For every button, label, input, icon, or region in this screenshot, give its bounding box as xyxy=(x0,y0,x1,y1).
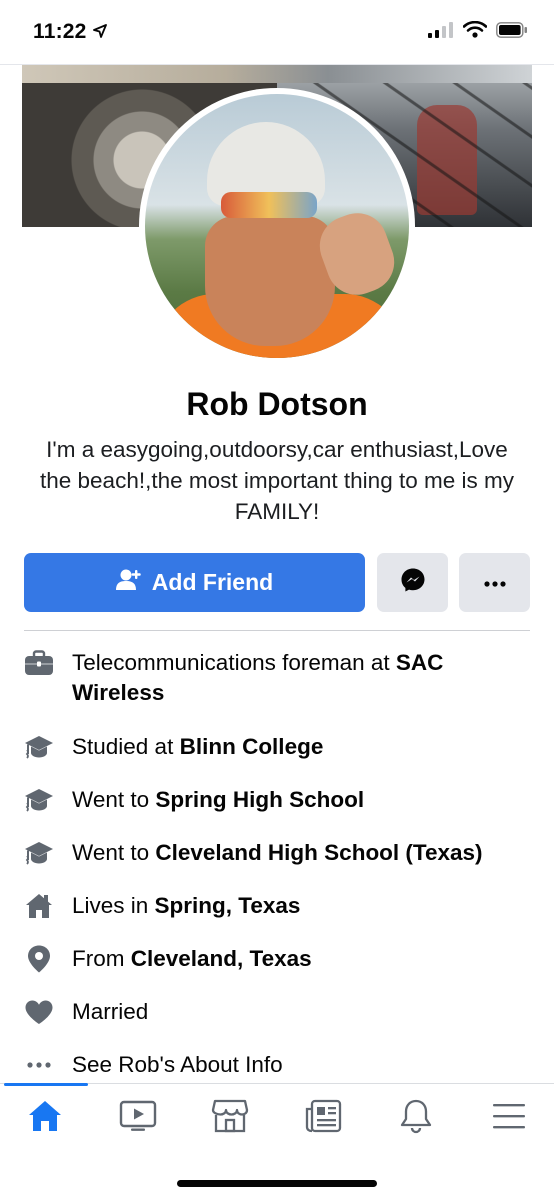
battery-icon xyxy=(496,21,528,43)
about-prefix: Studied at xyxy=(72,734,180,759)
tab-home[interactable] xyxy=(20,1098,70,1138)
wifi-icon xyxy=(462,20,488,43)
profile-bandana xyxy=(205,216,335,346)
about-item-highschool-2[interactable]: Went to Cleveland High School (Texas) xyxy=(22,838,534,868)
add-friend-icon xyxy=(115,568,142,598)
about-prefix: Went to xyxy=(72,787,156,812)
status-icons xyxy=(428,20,528,43)
messenger-button[interactable] xyxy=(377,553,448,612)
graduation-cap-icon xyxy=(22,785,56,815)
about-text-lives: Lives in Spring, Texas xyxy=(72,891,300,921)
about-prefix: Telecommunications foreman at xyxy=(72,650,396,675)
more-dots-icon xyxy=(22,1050,56,1080)
about-item-work[interactable]: Telecommunications foreman at SAC Wirele… xyxy=(22,648,534,708)
home-icon xyxy=(27,1099,63,1138)
about-text-work: Telecommunications foreman at SAC Wirele… xyxy=(72,648,534,708)
profile-name: Rob Dotson xyxy=(186,386,368,422)
about-text-see-info: See Rob's About Info xyxy=(72,1050,283,1080)
signal-icon xyxy=(428,21,454,43)
about-prefix: Married xyxy=(72,999,149,1024)
about-text-highschool-1: Went to Spring High School xyxy=(72,785,364,815)
news-icon xyxy=(304,1099,342,1138)
tab-watch[interactable] xyxy=(113,1098,163,1138)
about-text-college: Studied at Blinn College xyxy=(72,732,323,762)
graduation-cap-icon xyxy=(22,732,56,762)
profile-glasses xyxy=(221,192,317,218)
home-icon xyxy=(22,891,56,921)
add-friend-button[interactable]: Add Friend xyxy=(24,553,365,612)
about-prefix: See Rob's About Info xyxy=(72,1052,283,1077)
about-bold[interactable]: Cleveland, Texas xyxy=(131,946,312,971)
about-item-college[interactable]: Studied at Blinn College xyxy=(22,732,534,762)
briefcase-icon xyxy=(22,648,56,678)
home-indicator-bar xyxy=(177,1180,377,1187)
tab-menu[interactable] xyxy=(484,1098,534,1138)
tab-notifications[interactable] xyxy=(391,1098,441,1138)
about-item-from[interactable]: From Cleveland, Texas xyxy=(22,944,534,974)
about-text-relationship: Married xyxy=(72,997,148,1027)
tab-marketplace[interactable] xyxy=(205,1098,255,1138)
notifications-icon xyxy=(399,1098,433,1139)
about-prefix: Went to xyxy=(72,840,156,865)
about-prefix: From xyxy=(72,946,131,971)
about-bold[interactable]: Blinn College xyxy=(180,734,324,759)
profile-bio: I'm a easygoing,outdoorsy,car enthusiast… xyxy=(40,437,514,524)
tab-news[interactable] xyxy=(298,1098,348,1138)
active-tab-indicator xyxy=(4,1083,88,1086)
more-icon xyxy=(483,574,506,592)
about-bold[interactable]: Spring High School xyxy=(155,787,364,812)
about-bold[interactable]: Spring, Texas xyxy=(155,893,301,918)
about-text-highschool-2: Went to Cleveland High School (Texas) xyxy=(72,838,483,868)
heart-icon xyxy=(22,997,56,1027)
cover-photo-strip xyxy=(22,65,532,83)
messenger-icon xyxy=(400,567,426,598)
see-about-info-link[interactable]: See Rob's About Info xyxy=(22,1050,534,1080)
actions-divider xyxy=(24,630,530,631)
location-arrow-icon xyxy=(92,20,107,44)
status-bar: 11:22 xyxy=(0,0,554,64)
location-pin-icon xyxy=(22,944,56,974)
about-item-highschool-1[interactable]: Went to Spring High School xyxy=(22,785,534,815)
about-text-from: From Cleveland, Texas xyxy=(72,944,312,974)
watch-icon xyxy=(119,1100,157,1137)
status-time-text: 11:22 xyxy=(33,20,87,43)
graduation-cap-icon xyxy=(22,838,56,868)
about-item-lives[interactable]: Lives in Spring, Texas xyxy=(22,891,534,921)
bottom-tab-bar xyxy=(0,1083,554,1151)
marketplace-icon xyxy=(211,1099,249,1138)
more-options-button[interactable] xyxy=(459,553,530,612)
menu-icon xyxy=(492,1102,526,1135)
status-time: 11:22 xyxy=(33,20,107,44)
about-prefix: Lives in xyxy=(72,893,155,918)
about-item-relationship[interactable]: Married xyxy=(22,997,534,1027)
profile-picture-image xyxy=(145,94,409,358)
profile-actions: Add Friend xyxy=(24,553,530,612)
add-friend-label: Add Friend xyxy=(151,569,274,595)
about-bold[interactable]: Cleveland High School (Texas) xyxy=(155,840,482,865)
profile-picture[interactable] xyxy=(139,88,415,364)
